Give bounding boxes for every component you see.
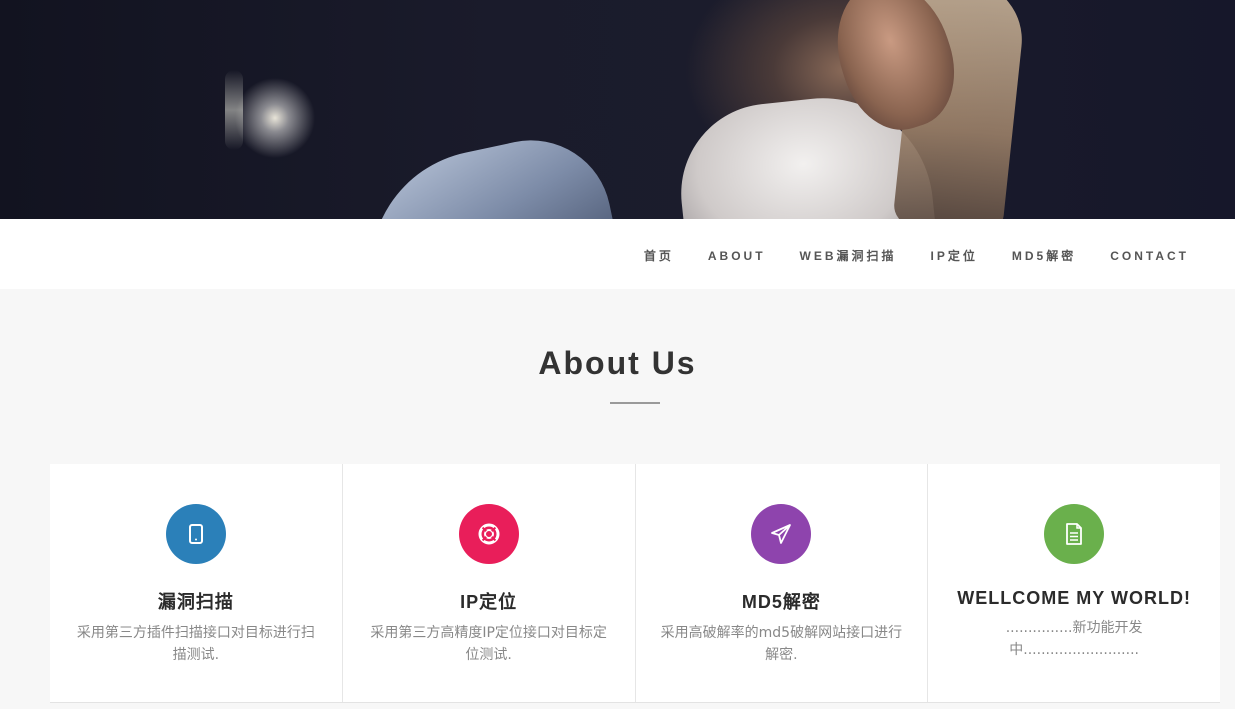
feature-description: 采用高破解率的md5破解网站接口进行解密.	[660, 625, 903, 663]
life-ring-icon	[458, 504, 519, 564]
about-section: About Us 漏洞扫描 采用第三方插件扫描接口对目标进行扫描测试. IP定位…	[0, 289, 1235, 709]
nav-link-md5[interactable]: MD5解密	[1012, 249, 1076, 263]
nav-link-home[interactable]: 首页	[644, 249, 674, 263]
hero-banner	[0, 0, 1235, 219]
nav-item-contact: CONTACT	[1110, 245, 1189, 264]
nav-link-contact[interactable]: CONTACT	[1110, 249, 1189, 263]
title-divider	[610, 402, 660, 404]
nav-item-web-scan: WEB漏洞扫描	[800, 245, 897, 264]
feature-title: MD5解密	[741, 592, 821, 612]
nav-link-ip-locate[interactable]: IP定位	[931, 249, 978, 263]
main-nav: 首页 ABOUT WEB漏洞扫描 IP定位 MD5解密 CONTACT	[610, 219, 1189, 289]
feature-card-scan: 漏洞扫描 采用第三方插件扫描接口对目标进行扫描测试.	[50, 464, 343, 703]
feature-title: WELLCOME MY WORLD!	[957, 588, 1191, 608]
feature-card-ip: IP定位 采用第三方高精度IP定位接口对目标定位测试.	[343, 464, 636, 703]
section-title: About Us	[538, 345, 697, 381]
file-text-icon	[1044, 504, 1105, 564]
feature-title: IP定位	[460, 592, 518, 612]
feature-card-welcome: WELLCOME MY WORLD! ...............新功能开发中…	[928, 464, 1220, 703]
paper-plane-icon	[751, 504, 812, 564]
top-navbar: 首页 ABOUT WEB漏洞扫描 IP定位 MD5解密 CONTACT	[0, 219, 1235, 289]
nav-link-about[interactable]: ABOUT	[708, 249, 766, 263]
cards-bottom-border	[50, 702, 1220, 703]
nav-item-about: ABOUT	[708, 245, 766, 264]
feature-description: 采用第三方插件扫描接口对目标进行扫描测试.	[76, 625, 315, 663]
feature-description: ...............新功能开发中...................…	[1005, 620, 1143, 658]
feature-description: 采用第三方高精度IP定位接口对目标定位测试.	[370, 625, 607, 663]
hero-photo-jeans	[348, 125, 622, 219]
feature-title: 漏洞扫描	[157, 592, 234, 612]
nav-item-md5: MD5解密	[1012, 245, 1076, 264]
nav-item-ip-locate: IP定位	[931, 245, 978, 264]
tablet-icon	[165, 504, 226, 564]
feature-card-md5: MD5解密 采用高破解率的md5破解网站接口进行解密.	[636, 464, 929, 703]
nav-link-web-scan[interactable]: WEB漏洞扫描	[800, 249, 897, 263]
feature-cards: 漏洞扫描 采用第三方插件扫描接口对目标进行扫描测试. IP定位 采用第三方高精度…	[50, 464, 1220, 703]
nav-item-home: 首页	[644, 245, 674, 264]
hero-light-glare	[225, 70, 243, 150]
